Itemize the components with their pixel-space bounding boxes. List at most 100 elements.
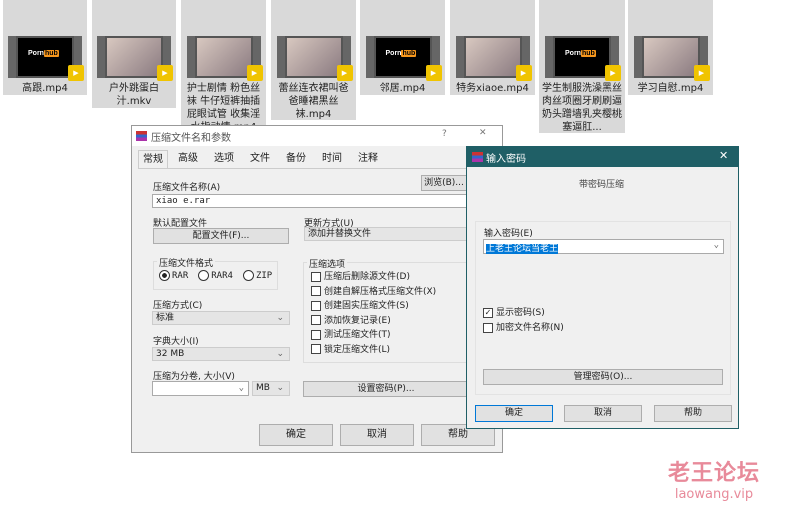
file-tile[interactable]: Pornhub ▶ 学生制服洗澡黑丝肉丝项圈牙刷刷逼奶头蹭墙乳夹樱桃塞逼肛... (539, 0, 625, 133)
show-password-label: 显示密码(S) (496, 308, 545, 318)
thumbnail-logo: Pornhub (28, 50, 59, 57)
file-name: 高跟.mp4 (22, 83, 68, 94)
format-radio-rar4[interactable]: RAR4 (198, 270, 233, 281)
player-badge-icon: ▶ (68, 65, 84, 81)
checkbox-icon (311, 300, 321, 311)
checkbox-icon (311, 271, 321, 282)
player-badge-icon: ▶ (336, 65, 353, 81)
format-label: 压缩文件格式 (157, 256, 216, 269)
radio-icon (159, 270, 170, 281)
update-select[interactable]: 添加并替换文件 (304, 227, 468, 241)
player-badge-icon: ▶ (693, 65, 710, 81)
method-label: 压缩方式(C) (153, 301, 203, 311)
split-size-input[interactable]: ⌄ (152, 381, 249, 396)
archive-name-input[interactable]: xiao e.rar (152, 194, 468, 208)
option-label: 压缩后删除源文件(D) (324, 272, 410, 282)
format-label: RAR (172, 271, 189, 281)
file-name: 邻居.mp4 (379, 83, 426, 94)
option-checkbox[interactable]: 测试压缩文件(T) (311, 328, 436, 343)
checkbox-icon (311, 329, 321, 340)
heading: 带密码压缩 (579, 180, 625, 190)
format-label: ZIP (255, 271, 273, 281)
tab-4[interactable]: 备份 (282, 150, 310, 168)
tab-0[interactable]: 常规 (138, 150, 168, 168)
video-thumbnail: Pornhub ▶ (545, 36, 621, 81)
method-select[interactable]: 标准 ⌄ (152, 311, 290, 325)
player-badge-icon: ▶ (246, 65, 263, 81)
format-label: RAR4 (211, 271, 233, 281)
close-icon[interactable]: ✕ (479, 128, 487, 138)
winrar-icon (472, 152, 483, 162)
watermark: 老王论坛 laowang.vip (668, 455, 760, 502)
file-name: 学习自慰.mp4 (637, 83, 704, 94)
file-name: 特务xiaoe.mp4 (456, 83, 529, 94)
ok-button[interactable]: 确定 (259, 424, 333, 446)
split-unit-select[interactable]: MB ⌄ (252, 381, 290, 396)
file-tile[interactable]: ▶ 蕾丝连衣裙叫爸爸睡裙黑丝袜.mp4 (271, 0, 356, 120)
browse-button[interactable]: 浏览(B)... (421, 175, 467, 191)
video-thumbnail: ▶ (276, 36, 353, 81)
checkbox-icon (311, 286, 321, 297)
encrypt-names-label: 加密文件名称(N) (496, 323, 564, 333)
option-checkbox[interactable]: 创建固实压缩文件(S) (311, 299, 436, 314)
player-badge-icon: ▶ (605, 65, 621, 81)
file-tile[interactable]: ▶ 学习自慰.mp4 (628, 0, 713, 95)
option-label: 创建自解压格式压缩文件(X) (324, 286, 437, 297)
method-value: 标准 (156, 313, 175, 323)
dict-label: 字典大小(I) (153, 337, 199, 347)
file-tile[interactable]: ▶ 特务xiaoe.mp4 (450, 0, 535, 95)
dialog-title: 输入密码 (486, 154, 526, 165)
show-password-checkbox[interactable]: ✓ 显示密码(S) (483, 305, 545, 318)
option-label: 测试压缩文件(T) (324, 330, 391, 341)
close-icon[interactable]: ✕ (719, 149, 728, 162)
encrypt-names-checkbox[interactable]: 加密文件名称(N) (483, 320, 564, 333)
file-tile[interactable]: ▶ 护士剧情 粉色丝袜 牛仔短裤抽插屁眼试管 收集淫水指动情.mp4 (181, 0, 266, 128)
profile-button[interactable]: 配置文件(F)... (153, 228, 289, 244)
help-button[interactable]: 帮助 (654, 405, 732, 422)
manage-passwords-button[interactable]: 管理密码(O)... (483, 369, 723, 385)
chevron-down-icon: ⌄ (276, 383, 284, 393)
tab-1[interactable]: 高级 (174, 150, 202, 168)
tab-2[interactable]: 选项 (210, 150, 238, 168)
tab-3[interactable]: 文件 (246, 150, 274, 168)
video-thumbnail: ▶ (633, 36, 710, 81)
file-tile[interactable]: Pornhub ▶ 邻居.mp4 (360, 0, 445, 95)
chevron-down-icon: ⌄ (276, 313, 284, 323)
cancel-button[interactable]: 取消 (564, 405, 642, 422)
player-badge-icon: ▶ (425, 65, 442, 81)
format-radio-rar[interactable]: RAR (159, 270, 188, 281)
tab-5[interactable]: 时间 (318, 150, 346, 168)
radio-icon (198, 270, 210, 281)
file-tile[interactable]: ▶ 户外跳蛋白汁.mkv (92, 0, 176, 108)
option-checkbox[interactable]: 压缩后删除源文件(D) (311, 270, 436, 285)
set-password-button[interactable]: 设置密码(P)... (303, 381, 469, 397)
radio-icon (242, 270, 254, 281)
cancel-button[interactable]: 取消 (340, 424, 414, 446)
chevron-down-icon: ⌄ (276, 349, 284, 359)
split-unit-value: MB (256, 383, 270, 393)
dict-select[interactable]: 32 MB ⌄ (152, 347, 290, 361)
format-radio-zip[interactable]: ZIP (242, 270, 273, 281)
option-checkbox[interactable]: 锁定压缩文件(L) (311, 343, 436, 358)
file-name: 蕾丝连衣裙叫爸爸睡裙黑丝袜.mp4 (278, 83, 349, 120)
password-input[interactable]: 上老王论坛当老王 ⌄ (483, 239, 724, 254)
player-badge-icon: ▶ (515, 65, 532, 81)
archive-name-label: 压缩文件名称(A) (153, 183, 221, 193)
option-label: 创建固实压缩文件(S) (324, 301, 409, 312)
help-icon[interactable]: ? (442, 129, 447, 139)
checkbox-checked-icon: ✓ (483, 307, 493, 318)
watermark-url: laowang.vip (674, 487, 754, 502)
option-checkbox[interactable]: 创建自解压格式压缩文件(X) (311, 285, 436, 300)
file-tile[interactable]: Pornhub ▶ 高跟.mp4 (3, 0, 87, 95)
tab-6[interactable]: 注释 (354, 150, 382, 168)
file-name: 户外跳蛋白汁.mkv (109, 83, 159, 107)
ok-button[interactable]: 确定 (475, 405, 553, 422)
checkbox-icon (311, 344, 321, 355)
player-badge-icon: ▶ (157, 65, 173, 81)
option-label: 锁定压缩文件(L) (324, 344, 391, 355)
password-value: 上老王论坛当老王 (486, 244, 559, 254)
file-name: 护士剧情 粉色丝袜 牛仔短裤抽插屁眼试管 收集淫水指动情.mp4 (186, 83, 261, 128)
options-label: 压缩选项 (307, 257, 348, 270)
chevron-down-icon: ⌄ (238, 383, 244, 393)
option-checkbox[interactable]: 添加恢复记录(E) (311, 314, 436, 329)
